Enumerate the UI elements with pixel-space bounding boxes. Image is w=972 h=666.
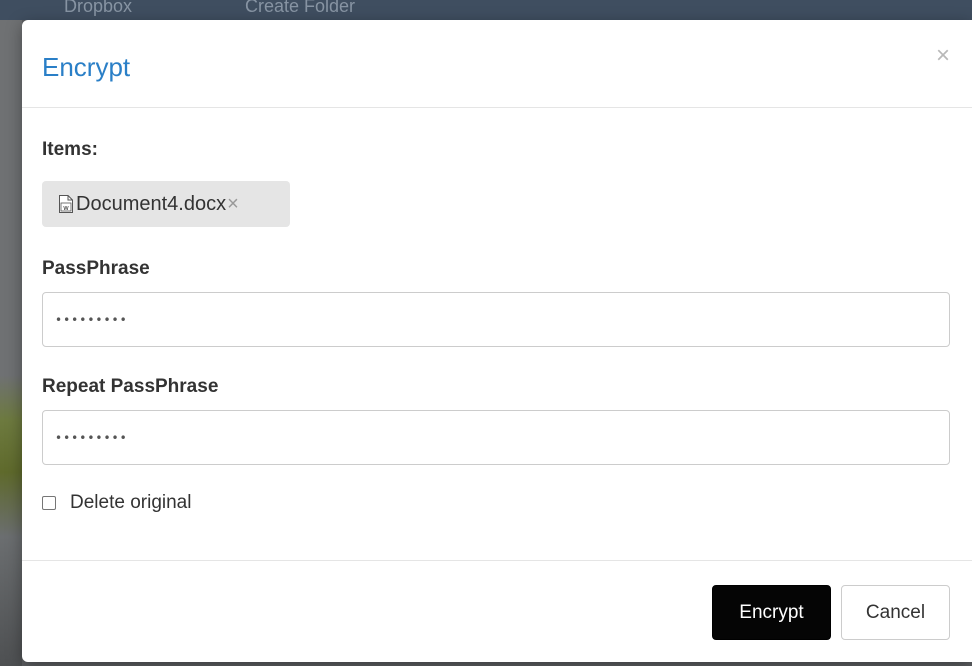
item-chip: w Document4.docx × xyxy=(42,181,290,227)
background-breadcrumb-dropbox: Dropbox xyxy=(64,0,133,16)
dialog-footer: Encrypt Cancel xyxy=(22,560,972,663)
svg-text:w: w xyxy=(63,204,69,212)
items-label: Items: xyxy=(42,139,98,160)
close-icon[interactable]: × xyxy=(936,44,950,68)
dialog-header: Encrypt × xyxy=(22,20,972,108)
delete-original-checkbox[interactable] xyxy=(42,496,56,510)
dialog-title: Encrypt xyxy=(42,52,131,82)
passphrase-label: PassPhrase xyxy=(42,258,150,279)
encrypt-button[interactable]: Encrypt xyxy=(712,585,831,640)
word-document-icon: w xyxy=(59,195,73,213)
delete-original-label[interactable]: Delete original xyxy=(70,492,191,514)
cancel-button[interactable]: Cancel xyxy=(841,585,950,640)
background-breadcrumb-create-folder: Create Folder xyxy=(245,0,356,16)
background-app xyxy=(0,20,22,666)
background-toolbar: Dropbox Create Folder xyxy=(0,0,972,20)
remove-item-icon[interactable]: × xyxy=(227,193,239,216)
repeat-passphrase-input[interactable] xyxy=(42,410,950,465)
encrypt-dialog: Encrypt × Items: w Document4.docx × Pass… xyxy=(22,20,972,662)
item-filename: Document4.docx xyxy=(76,192,227,215)
delete-original-row[interactable]: Delete original xyxy=(42,492,191,514)
passphrase-input[interactable] xyxy=(42,292,950,347)
repeat-passphrase-label: Repeat PassPhrase xyxy=(42,376,219,397)
